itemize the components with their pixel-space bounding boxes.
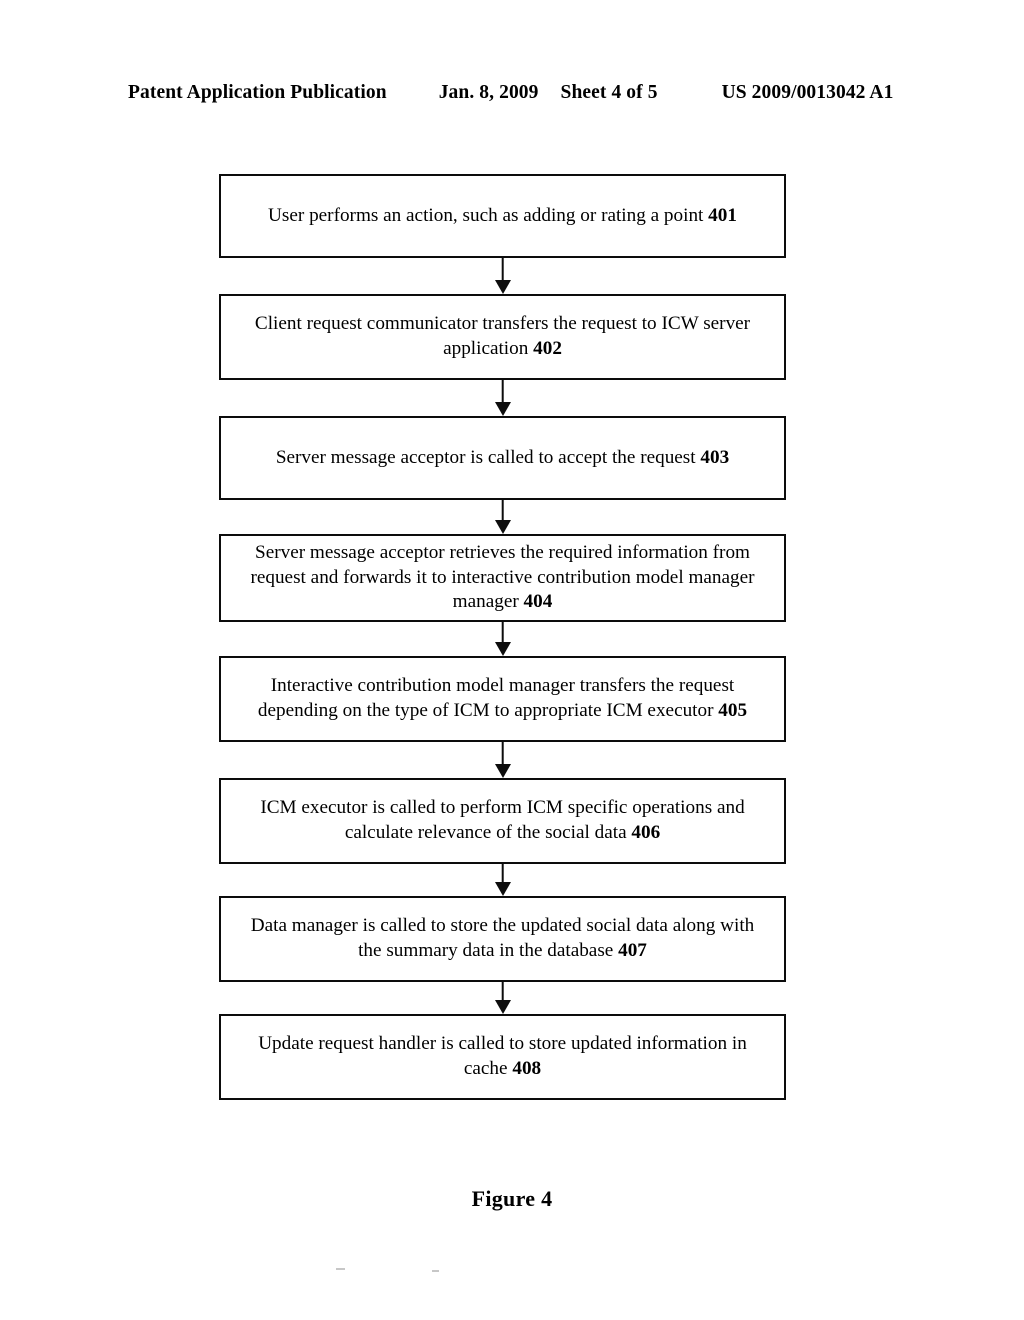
page-header: Patent Application Publication Jan. 8, 2… (128, 82, 896, 108)
flow-step-408: Update request handler is called to stor… (219, 1014, 786, 1100)
arrow-head-down-icon (494, 882, 511, 896)
flow-step-401-text: User performs an action, such as adding … (268, 204, 737, 226)
arrow-stem-icon (501, 380, 504, 404)
flow-step-405-text: Interactive contribution model manager t… (257, 675, 748, 721)
flow-step-402-text: Client request communicator transfers th… (254, 313, 751, 359)
flow-step-405: Interactive contribution model manager t… (219, 656, 786, 742)
arrow-stem-icon (501, 864, 504, 884)
flow-step-406-text: ICM executor is called to perform ICM sp… (260, 797, 745, 843)
flow-step-402: Client request communicator transfers th… (219, 294, 786, 380)
header-date-label: Jan. 8, 2009 (438, 82, 539, 103)
flow-step-407: Data manager is called to store the upda… (219, 896, 786, 982)
flow-step-403-text: Server message acceptor is called to acc… (275, 446, 730, 468)
arrow-407-to-408 (219, 982, 786, 1014)
arrow-head-down-icon (494, 402, 511, 416)
flow-step-404-text: Server message acceptor retrieves the re… (250, 542, 755, 613)
figure-caption: Figure 4 (471, 1186, 553, 1211)
flow-step-406-ref: 406 (631, 822, 661, 843)
flow-step-407-ref: 407 (618, 940, 647, 961)
flow-step-401: User performs an action, such as adding … (219, 174, 786, 258)
arrow-head-down-icon (494, 642, 511, 656)
arrow-head-down-icon (494, 520, 511, 534)
flow-step-406: ICM executor is called to perform ICM sp… (219, 778, 786, 864)
flowchart-diagram: User performs an action, such as adding … (219, 174, 786, 1100)
header-patent-number: US 2009/0013042 A1 (721, 82, 894, 103)
flow-step-403-ref: 403 (700, 446, 730, 468)
arrow-head-down-icon (494, 280, 511, 294)
arrow-head-down-icon (494, 1000, 511, 1014)
arrow-402-to-403 (219, 380, 786, 416)
flow-step-408-ref: 408 (512, 1058, 542, 1079)
header-publication-label: Patent Application Publication (128, 82, 387, 103)
flow-step-403: Server message acceptor is called to acc… (219, 416, 786, 500)
arrow-stem-icon (501, 258, 504, 282)
arrow-stem-icon (501, 622, 504, 644)
scan-artifact (432, 1270, 439, 1272)
arrow-403-to-404 (219, 500, 786, 534)
arrow-405-to-406 (219, 742, 786, 778)
flow-step-401-ref: 401 (708, 204, 737, 226)
arrow-stem-icon (501, 500, 504, 522)
arrow-stem-icon (501, 742, 504, 766)
flow-step-405-ref: 405 (718, 700, 748, 721)
flow-step-407-text: Data manager is called to store the upda… (250, 915, 755, 961)
flow-step-404-ref: 404 (523, 591, 553, 613)
scan-artifact (336, 1268, 345, 1270)
arrow-head-down-icon (494, 764, 511, 778)
arrow-404-to-405 (219, 622, 786, 656)
arrow-401-to-402 (219, 258, 786, 294)
arrow-406-to-407 (219, 864, 786, 896)
flow-step-404: Server message acceptor retrieves the re… (219, 534, 786, 622)
flow-step-408-text: Update request handler is called to stor… (258, 1033, 747, 1079)
header-sheet-label: Sheet 4 of 5 (560, 82, 658, 103)
flow-step-402-ref: 402 (533, 338, 562, 359)
arrow-stem-icon (501, 982, 504, 1002)
